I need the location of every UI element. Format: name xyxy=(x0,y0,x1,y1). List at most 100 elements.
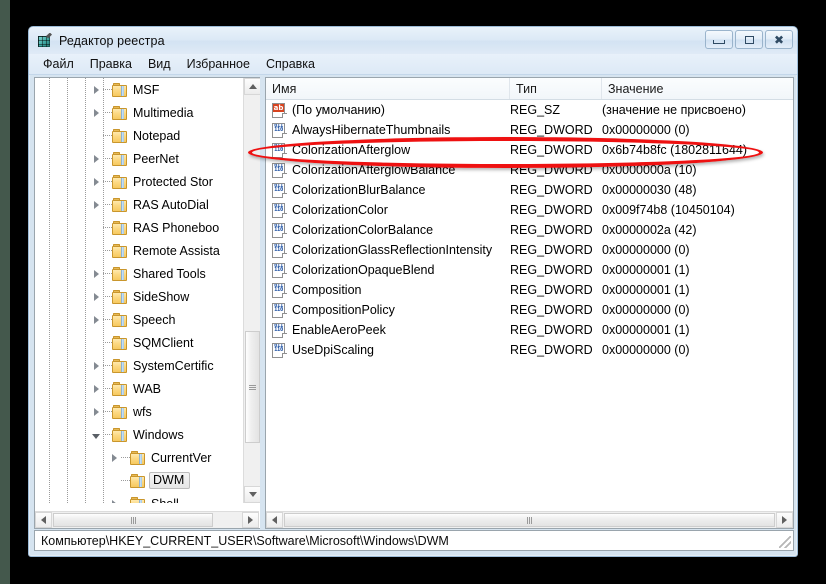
registry-tree[interactable]: MSF Multimedia Notepad PeerNet Protected Sto… xyxy=(35,78,243,503)
maximize-button[interactable] xyxy=(735,30,763,49)
value-data-cell: 0x00000000 (0) xyxy=(602,243,690,257)
registry-tree-pane[interactable]: MSF Multimedia Notepad PeerNet Protected Sto… xyxy=(34,77,260,529)
table-row[interactable]: 011 110 ColorizationAfterglowBalance REG_DW… xyxy=(266,160,793,180)
tree-item-multimedia[interactable]: Multimedia xyxy=(35,101,243,124)
list-hscroll-left-button[interactable] xyxy=(266,512,283,528)
tree-item-ras-autodial[interactable]: RAS AutoDial xyxy=(35,193,243,216)
tree-horizontal-scrollbar[interactable] xyxy=(35,511,259,528)
tree-item-label: Remote Assista xyxy=(133,243,220,258)
dword-value-icon: 011 110 xyxy=(271,122,287,138)
menu-item-help[interactable]: Справка xyxy=(258,56,323,72)
table-row[interactable]: 011 110 ColorizationGlassReflectionIntensi… xyxy=(266,240,793,260)
value-name-text: ColorizationGlassReflectionIntensity xyxy=(292,243,493,257)
tree-expander-collapsed[interactable] xyxy=(89,308,103,331)
menu-item-file[interactable]: Файл xyxy=(35,56,82,72)
title-bar: Редактор реестра ✖ xyxy=(29,27,797,54)
resize-grip-icon[interactable] xyxy=(779,536,791,548)
tree-hscroll-right-button[interactable] xyxy=(242,512,259,528)
grip-icon xyxy=(527,516,532,524)
value-data-cell: 0x00000000 (0) xyxy=(602,343,690,357)
tree-item-protected-stor[interactable]: Protected Stor xyxy=(35,170,243,193)
tree-hscroll-thumb[interactable] xyxy=(53,513,213,527)
registry-values-pane[interactable]: Имя Тип Значение ab (По умолчанию) REG_SZ (… xyxy=(265,77,794,529)
tree-item-speech[interactable]: Speech xyxy=(35,308,243,331)
tree-expander-collapsed[interactable] xyxy=(107,492,121,503)
folder-icon xyxy=(130,473,147,488)
tree-item-peernet[interactable]: PeerNet xyxy=(35,147,243,170)
tree-scroll-thumb[interactable] xyxy=(245,331,260,443)
tree-item-notepad[interactable]: Notepad xyxy=(35,124,243,147)
chevron-right-icon xyxy=(782,516,787,524)
table-row[interactable]: 011 110 ColorizationColorBalance REG_DWORD 0… xyxy=(266,220,793,240)
tree-expander-none xyxy=(89,124,103,147)
value-name-cell: 011 110 ColorizationGlassReflectionIntensi… xyxy=(266,242,510,258)
table-row[interactable]: 011 110 ColorizationAfterglow REG_DWORD 0x6b… xyxy=(266,140,793,160)
tree-item-sideshow[interactable]: SideShow xyxy=(35,285,243,308)
table-row[interactable]: 011 110 Composition REG_DWORD 0x00000001 (1) xyxy=(266,280,793,300)
value-name-cell: 011 110 ColorizationColor xyxy=(266,202,510,218)
tree-item-dwm[interactable]: DWM xyxy=(35,469,243,492)
list-hscroll-thumb[interactable] xyxy=(284,513,775,527)
tree-item-msf[interactable]: MSF xyxy=(35,78,243,101)
tree-expander-collapsed[interactable] xyxy=(89,377,103,400)
tree-item-wfs[interactable]: wfs xyxy=(35,400,243,423)
column-header-name[interactable]: Имя xyxy=(266,78,510,99)
table-row[interactable]: 011 110 ColorizationOpaqueBlend REG_DWORD 0x… xyxy=(266,260,793,280)
folder-icon xyxy=(112,404,129,419)
tree-expander-collapsed[interactable] xyxy=(89,101,103,124)
tree-item-sqmclient[interactable]: SQMClient xyxy=(35,331,243,354)
tree-item-wab[interactable]: WAB xyxy=(35,377,243,400)
tree-expander-collapsed[interactable] xyxy=(89,285,103,308)
tree-connector-line xyxy=(103,365,112,366)
menu-item-view[interactable]: Вид xyxy=(140,56,179,72)
tree-item-label: Multimedia xyxy=(133,105,194,120)
tree-item-remote-assista[interactable]: Remote Assista xyxy=(35,239,243,262)
menu-item-edit[interactable]: Правка xyxy=(82,56,140,72)
table-row[interactable]: ab (По умолчанию) REG_SZ (значение не присв… xyxy=(266,100,793,120)
tree-expander-expanded[interactable] xyxy=(89,423,103,446)
tree-item-label: SQMClient xyxy=(133,335,194,350)
tree-item-shell[interactable]: Shell xyxy=(35,492,243,503)
column-header-value[interactable]: Значение xyxy=(602,78,793,99)
tree-connector-line xyxy=(103,388,112,389)
value-name-cell: 011 110 ColorizationAfterglowBalance xyxy=(266,162,510,178)
tree-expander-collapsed[interactable] xyxy=(89,354,103,377)
tree-item-windows[interactable]: Windows xyxy=(35,423,243,446)
menu-item-favorites[interactable]: Избранное xyxy=(179,56,258,72)
value-data-cell: 0x00000001 (1) xyxy=(602,263,690,277)
table-row[interactable]: 011 110 AlwaysHibernateThumbnails REG_DWORD… xyxy=(266,120,793,140)
minimize-button[interactable] xyxy=(705,30,733,49)
tree-item-currentver[interactable]: CurrentVer xyxy=(35,446,243,469)
list-hscroll-right-button[interactable] xyxy=(776,512,793,528)
tree-expander-collapsed[interactable] xyxy=(89,147,103,170)
chevron-right-icon xyxy=(248,516,253,524)
tree-expander-collapsed[interactable] xyxy=(89,170,103,193)
tree-item-ras-phoneboo[interactable]: RAS Phoneboo xyxy=(35,216,243,239)
tree-vertical-scrollbar[interactable] xyxy=(243,78,260,503)
column-header-type[interactable]: Тип xyxy=(510,78,602,99)
tree-expander-collapsed[interactable] xyxy=(89,400,103,423)
tree-expander-collapsed[interactable] xyxy=(107,446,121,469)
table-row[interactable]: 011 110 UseDpiScaling REG_DWORD 0x00000000 (… xyxy=(266,340,793,360)
dword-value-icon: 011 110 xyxy=(271,162,287,178)
value-type-cell: REG_DWORD xyxy=(510,223,593,237)
tree-scroll-up-button[interactable] xyxy=(244,78,260,95)
table-row[interactable]: 011 110 CompositionPolicy REG_DWORD 0x000000… xyxy=(266,300,793,320)
tree-expander-collapsed[interactable] xyxy=(89,78,103,101)
tree-item-shared-tools[interactable]: Shared Tools xyxy=(35,262,243,285)
table-row[interactable]: 011 110 EnableAeroPeek REG_DWORD 0x00000001 … xyxy=(266,320,793,340)
tree-item-systemcertific[interactable]: SystemCertific xyxy=(35,354,243,377)
tree-connector-line xyxy=(103,342,112,343)
value-data-cell: (значение не присвоено) xyxy=(602,103,746,117)
table-row[interactable]: 011 110 ColorizationBlurBalance REG_DWORD 0x… xyxy=(266,180,793,200)
registry-values-list[interactable]: ab (По умолчанию) REG_SZ (значение не присв… xyxy=(266,100,793,360)
chevron-right-icon xyxy=(93,200,99,209)
tree-hscroll-left-button[interactable] xyxy=(35,512,52,528)
value-name-text: AlwaysHibernateThumbnails xyxy=(292,123,451,137)
tree-scroll-down-button[interactable] xyxy=(244,486,260,503)
close-button[interactable]: ✖ xyxy=(765,30,793,49)
tree-expander-collapsed[interactable] xyxy=(89,262,103,285)
table-row[interactable]: 011 110 ColorizationColor REG_DWORD 0x009f74… xyxy=(266,200,793,220)
tree-expander-collapsed[interactable] xyxy=(89,193,103,216)
list-horizontal-scrollbar[interactable] xyxy=(266,511,793,528)
